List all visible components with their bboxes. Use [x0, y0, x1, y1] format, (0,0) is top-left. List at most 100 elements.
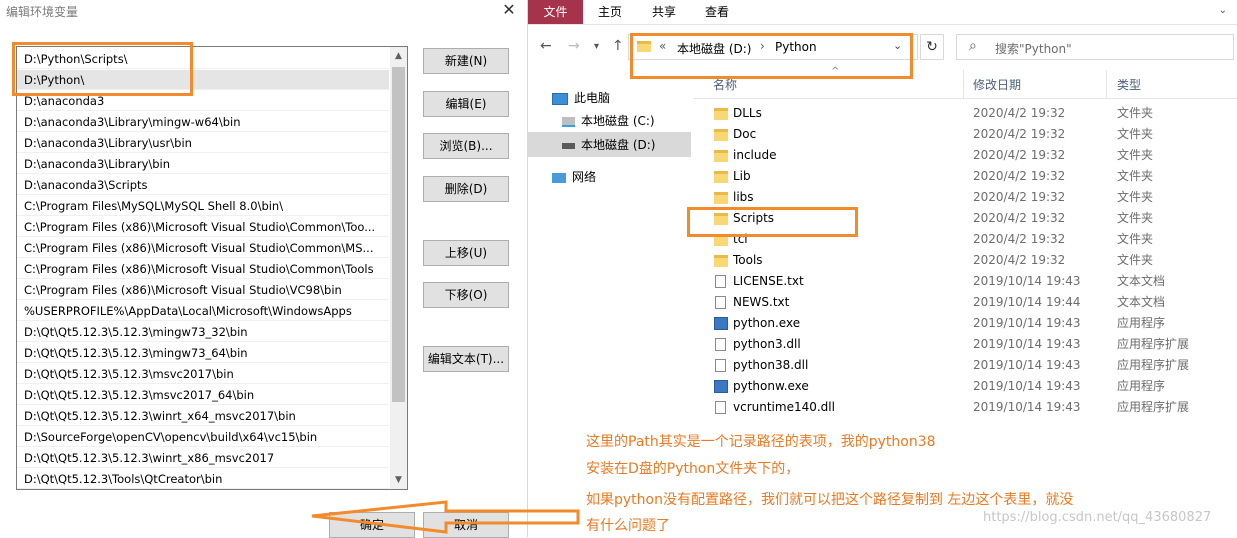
- file-row[interactable]: libs 2020/4/2 19:32 文件夹: [693, 187, 1237, 208]
- file-row[interactable]: Lib 2020/4/2 19:32 文件夹: [693, 166, 1237, 187]
- path-list-item[interactable]: D:\Qt\Qt5.12.3\5.12.3\winrt_x64_msvc2017…: [17, 406, 389, 426]
- file-date: 2020/4/2 19:32: [973, 211, 1066, 225]
- path-list-item[interactable]: D:\SourceForge\openCV\opencv\build\x64\v…: [17, 427, 389, 447]
- arrow-annotation: [311, 500, 580, 534]
- folder-icon: [714, 108, 728, 120]
- path-list[interactable]: D:\Python\Scripts\ D:\Python\ D:\anaconda3…: [16, 46, 408, 490]
- file-date: 2019/10/14 19:43: [973, 379, 1081, 393]
- path-list-item[interactable]: D:\Qt\Qt5.12.3\Tools\QtCreator\bin: [17, 469, 389, 489]
- file-date: 2020/4/2 19:32: [973, 148, 1066, 162]
- file-row[interactable]: NEWS.txt 2019/10/14 19:44 文本文档: [693, 292, 1237, 313]
- file-row[interactable]: DLLs 2020/4/2 19:32 文件夹: [693, 103, 1237, 124]
- note-line-2: 安装在D盘的Python文件夹下的，: [586, 461, 800, 477]
- move-up-button[interactable]: 上移(U): [423, 240, 509, 266]
- path-list-item[interactable]: D:\anaconda3\Library\bin: [17, 154, 389, 174]
- path-list-item[interactable]: D:\Qt\Qt5.12.3\5.12.3\mingw73_64\bin: [17, 343, 389, 363]
- ribbon-expand-icon[interactable]: ⌄: [1219, 5, 1227, 16]
- path-list-item[interactable]: D:\anaconda3\Scripts: [17, 175, 389, 195]
- file-row[interactable]: Tools 2020/4/2 19:32 文件夹: [693, 250, 1237, 271]
- tab-share[interactable]: 共享: [652, 0, 676, 24]
- recent-chevron-icon[interactable]: ▾: [594, 41, 599, 52]
- file-name: LICENSE.txt: [733, 274, 804, 288]
- refresh-icon[interactable]: ↻: [920, 34, 944, 60]
- search-box[interactable]: ⌕ 搜索"Python": [956, 34, 1234, 60]
- file-name: python3.dll: [733, 337, 801, 351]
- file-row[interactable]: include 2020/4/2 19:32 文件夹: [693, 145, 1237, 166]
- dialog-title: 编辑环境变量: [6, 5, 79, 19]
- network-icon: [552, 172, 566, 183]
- file-row[interactable]: vcruntime140.dll 2019/10/14 19:43 应用程序扩展: [693, 397, 1237, 418]
- edit-button[interactable]: 编辑(E): [423, 91, 509, 117]
- path-list-item[interactable]: D:\anaconda3\Library\usr\bin: [17, 133, 389, 153]
- path-list-item[interactable]: C:\Program Files (x86)\Microsoft Visual …: [17, 217, 389, 237]
- application-icon: [714, 317, 728, 330]
- file-icon: [715, 359, 726, 372]
- forward-arrow-icon[interactable]: →: [568, 38, 580, 54]
- up-arrow-icon[interactable]: ↑: [612, 38, 624, 54]
- file-row[interactable]: pythonw.exe 2019/10/14 19:43 应用程序: [693, 376, 1237, 397]
- file-row[interactable]: python.exe 2019/10/14 19:43 应用程序: [693, 313, 1237, 334]
- tab-view[interactable]: 查看: [705, 0, 729, 24]
- path-list-item[interactable]: D:\Qt\Qt5.12.3\5.12.3\mingw73_32\bin: [17, 322, 389, 342]
- file-type: 文件夹: [1117, 232, 1154, 246]
- file-type: 应用程序扩展: [1117, 400, 1190, 414]
- search-placeholder: 搜索"Python": [995, 42, 1072, 56]
- column-divider[interactable]: [963, 70, 964, 98]
- new-button[interactable]: 新建(N): [423, 48, 509, 74]
- folder-icon: [714, 150, 728, 162]
- nav-drive-c[interactable]: 本地磁盘 (C:): [562, 110, 655, 132]
- browse-button[interactable]: 浏览(B)...: [423, 133, 509, 159]
- file-icon: [715, 296, 726, 309]
- path-list-item[interactable]: D:\Qt\Qt5.12.3\5.12.3\msvc2017\bin: [17, 364, 389, 384]
- nav-drive-c-label: 本地磁盘 (C:): [581, 114, 655, 128]
- path-list-item[interactable]: C:\Program Files\MySQL\MySQL Shell 8.0\b…: [17, 196, 389, 216]
- file-row[interactable]: python38.dll 2019/10/14 19:43 应用程序扩展: [693, 355, 1237, 376]
- ribbon: 文件 主页 共享 查看 ⌄: [528, 0, 1237, 25]
- edit-text-button[interactable]: 编辑文本(T)...: [423, 346, 509, 372]
- file-name: vcruntime140.dll: [733, 400, 835, 414]
- file-date: 2020/4/2 19:32: [973, 169, 1066, 183]
- file-type: 文件夹: [1117, 190, 1154, 204]
- nav-this-pc[interactable]: 此电脑: [552, 87, 610, 109]
- left-arrow-icon: [311, 500, 580, 534]
- file-date: 2019/10/14 19:43: [973, 274, 1081, 288]
- move-down-button[interactable]: 下移(O): [423, 282, 509, 308]
- path-list-item[interactable]: C:\Program Files (x86)\Microsoft Visual …: [17, 259, 389, 279]
- file-date: 2020/4/2 19:32: [973, 253, 1066, 267]
- scrollbar[interactable]: ▲ ▼: [390, 47, 407, 489]
- file-row[interactable]: python3.dll 2019/10/14 19:43 应用程序扩展: [693, 334, 1237, 355]
- close-icon[interactable]: ✕: [498, 0, 520, 19]
- application-icon: [714, 380, 728, 393]
- path-list-item[interactable]: D:\anaconda3\Library\mingw-w64\bin: [17, 112, 389, 132]
- column-divider[interactable]: [1106, 70, 1107, 98]
- back-arrow-icon[interactable]: ←: [540, 38, 552, 54]
- file-date: 2019/10/14 19:44: [973, 295, 1081, 309]
- tab-file[interactable]: 文件: [528, 0, 583, 24]
- file-date: 2019/10/14 19:43: [973, 337, 1081, 351]
- nav-network-label: 网络: [572, 170, 597, 184]
- file-icon: [715, 338, 726, 351]
- note-line-1: 这里的Path其实是一个记录路径的表项，我的python38: [586, 434, 936, 450]
- file-row[interactable]: LICENSE.txt 2019/10/14 19:43 文本文档: [693, 271, 1237, 292]
- folder-icon: [714, 171, 728, 183]
- file-date: 2020/4/2 19:32: [973, 190, 1066, 204]
- file-row[interactable]: Doc 2020/4/2 19:32 文件夹: [693, 124, 1237, 145]
- nav-network[interactable]: 网络: [552, 166, 596, 188]
- tab-home[interactable]: 主页: [598, 0, 622, 24]
- column-date[interactable]: 修改日期: [973, 76, 1021, 93]
- path-list-item[interactable]: C:\Program Files (x86)\Microsoft Visual …: [17, 280, 389, 300]
- path-list-item[interactable]: %USERPROFILE%\AppData\Local\Microsoft\Wi…: [17, 301, 389, 321]
- scroll-up-icon[interactable]: ▲: [390, 47, 407, 65]
- note-line-3: 如果python没有配置路径，我们就可以把这个路径复制到 左边这个表里，就没: [586, 492, 1074, 508]
- highlight-address-bar: [630, 33, 913, 79]
- scroll-down-icon[interactable]: ▼: [390, 471, 407, 489]
- path-list-item[interactable]: C:\Program Files (x86)\Microsoft Visual …: [17, 238, 389, 258]
- nav-drive-d[interactable]: 本地磁盘 (D:): [562, 134, 655, 156]
- scroll-thumb[interactable]: [392, 67, 405, 402]
- path-list-item[interactable]: D:\Qt\Qt5.12.3\5.12.3\winrt_x86_msvc2017: [17, 448, 389, 468]
- file-name: libs: [733, 190, 754, 204]
- file-type: 应用程序: [1117, 316, 1166, 330]
- column-type[interactable]: 类型: [1117, 76, 1141, 93]
- path-list-item[interactable]: D:\Qt\Qt5.12.3\5.12.3\msvc2017_64\bin: [17, 385, 389, 405]
- delete-button[interactable]: 删除(D): [423, 176, 509, 202]
